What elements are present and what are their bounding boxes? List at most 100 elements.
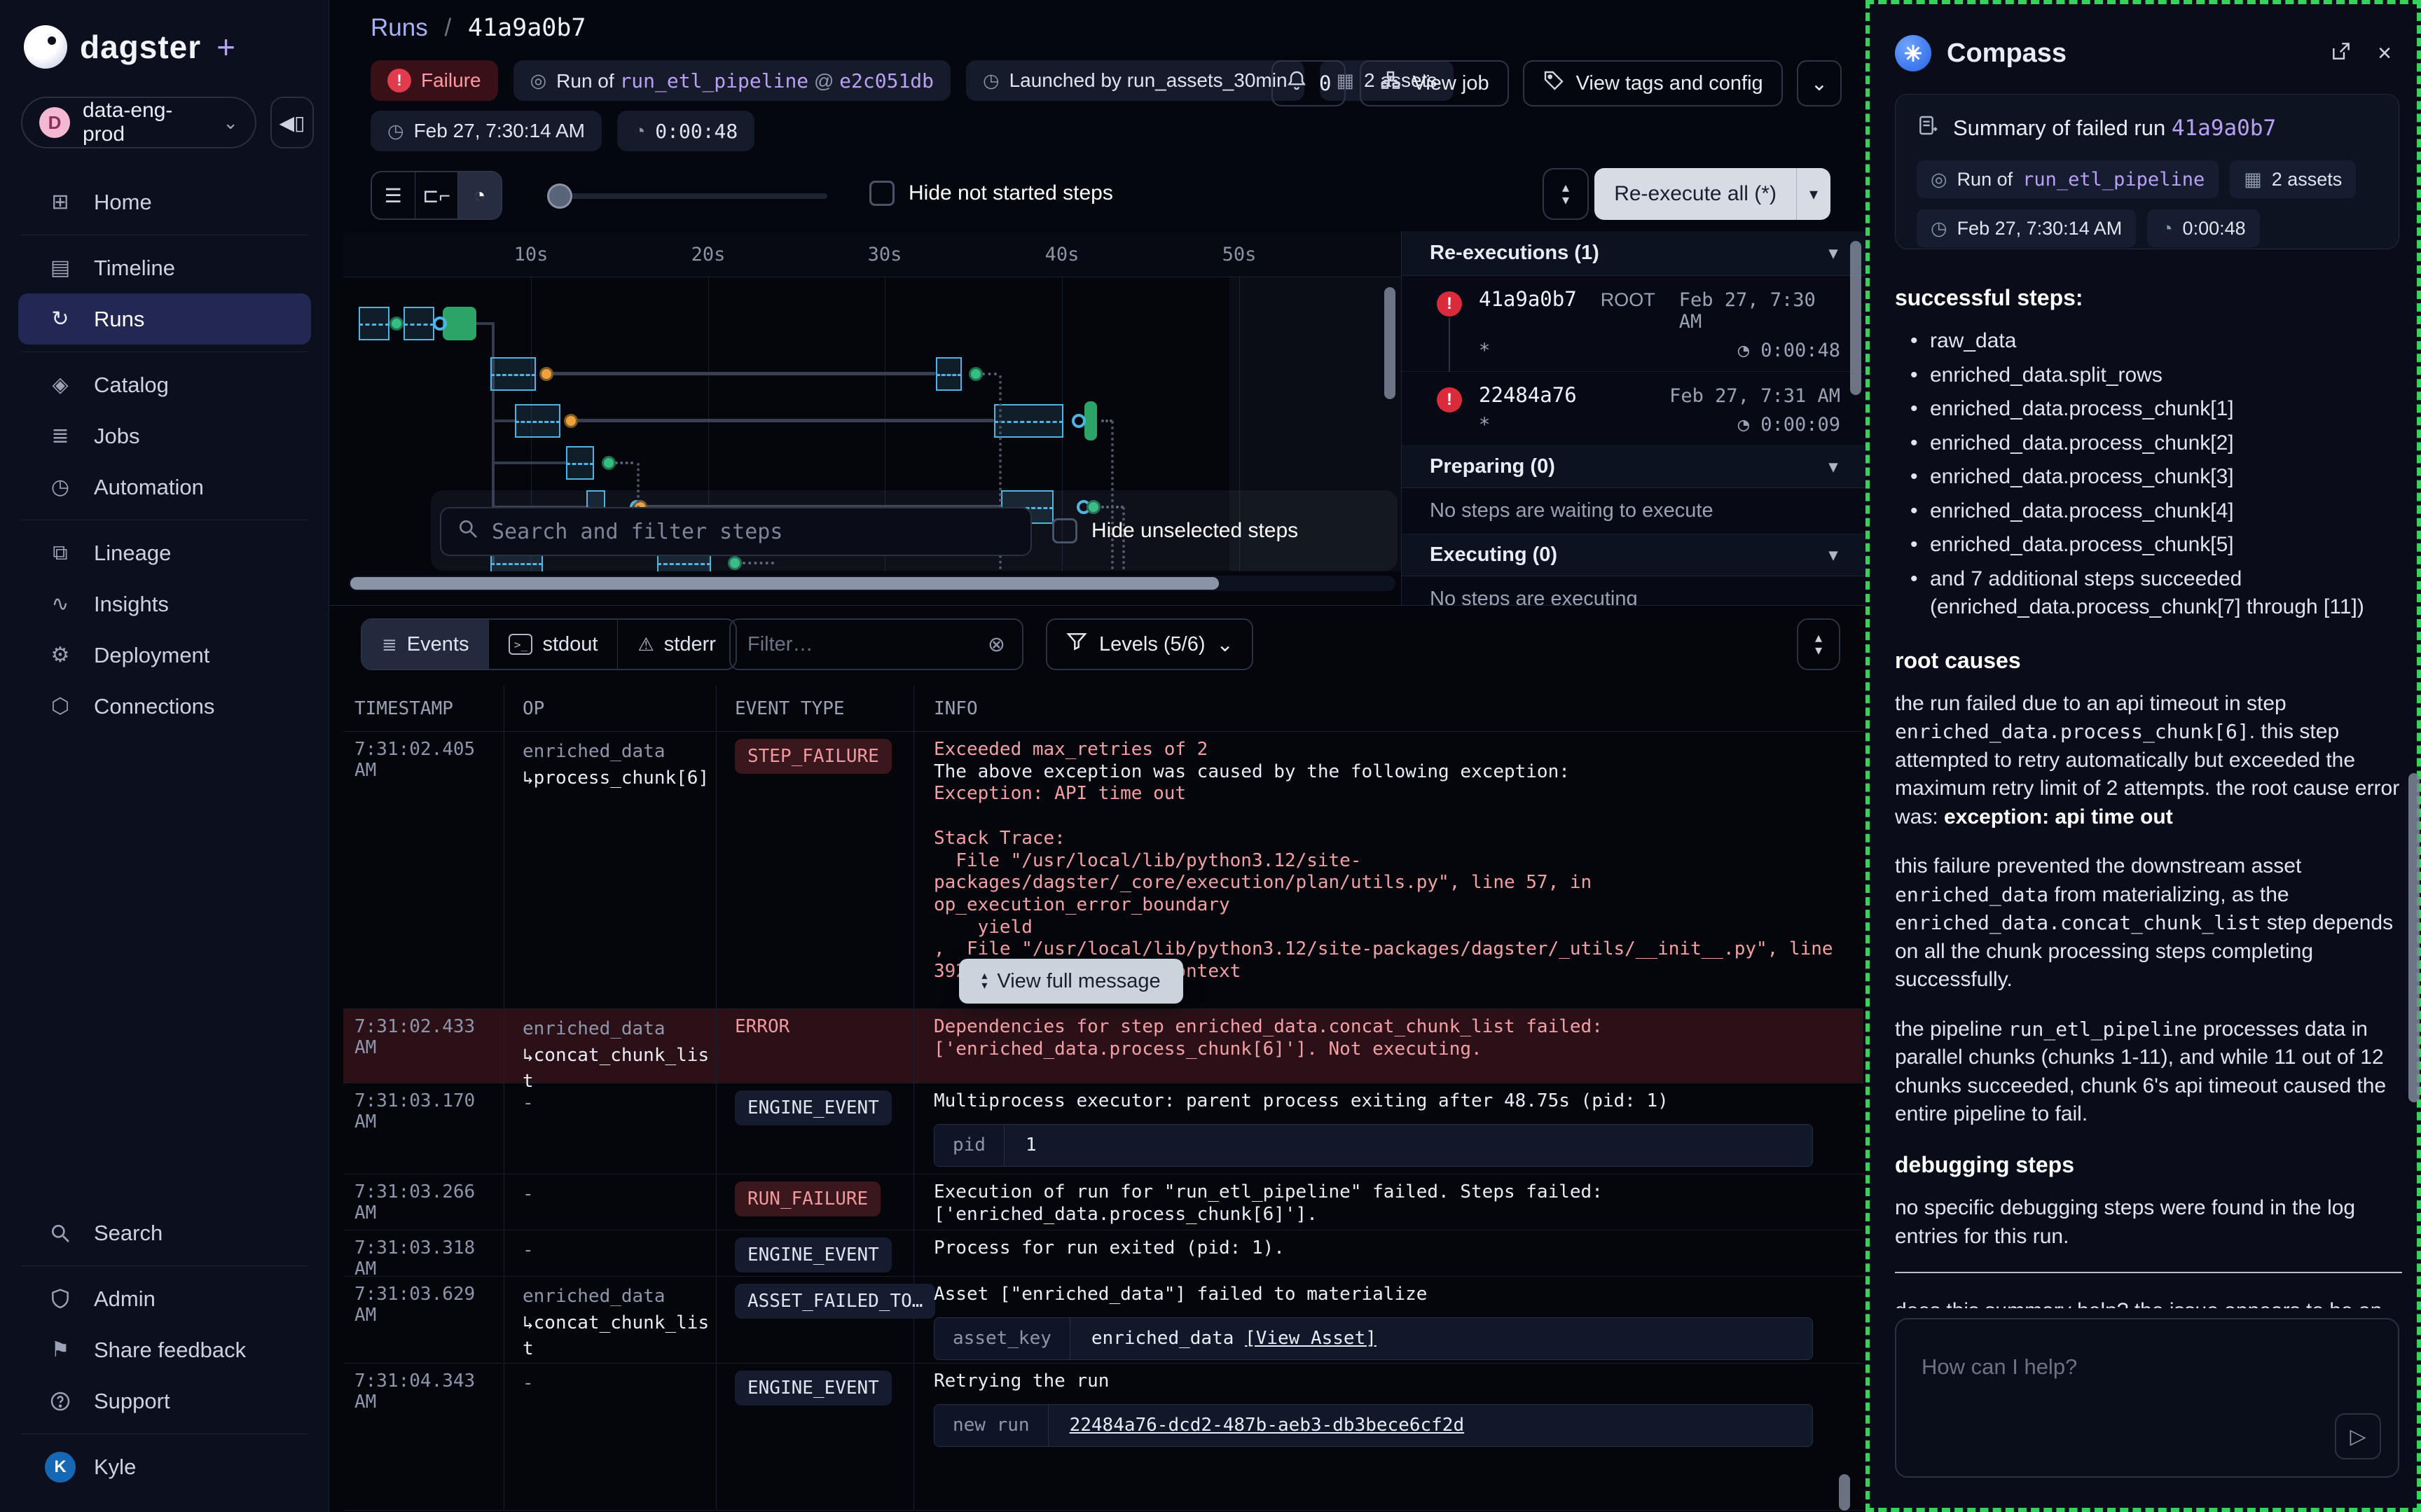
sidebar-item-connections[interactable]: ⬡Connections bbox=[0, 681, 329, 732]
reexecutions-scrollbar[interactable] bbox=[1850, 241, 1861, 395]
sidebar-item-deployment[interactable]: ⚙Deployment bbox=[0, 630, 329, 681]
send-button[interactable]: ▷ bbox=[2335, 1413, 2381, 1459]
breadcrumb-runs-link[interactable]: Runs bbox=[371, 14, 428, 41]
clear-filter-icon[interactable]: ⊗ bbox=[988, 632, 1005, 657]
event-row[interactable]: 7:31:03.266 AM-RUN_FAILUREExecution of r… bbox=[343, 1174, 1863, 1230]
reexecutions-panel: Re-executions (1)▾!41a9a0b7ROOTFeb 27, 7… bbox=[1401, 231, 1865, 605]
gantt-step-bar[interactable] bbox=[359, 307, 389, 340]
run-id-link[interactable]: 41a9a0b7 bbox=[1479, 287, 1577, 311]
event-row[interactable]: 7:31:04.343 AM-ENGINE_EVENTRetrying the … bbox=[343, 1364, 1863, 1511]
events-expand-button[interactable]: ▴▾ bbox=[1797, 618, 1840, 670]
pipeline-link[interactable]: run_etl_pipeline bbox=[619, 69, 808, 92]
sidebar-item-label: Automation bbox=[94, 475, 204, 500]
commit-link[interactable]: e2c051db bbox=[839, 69, 934, 92]
hide-unselected-checkbox[interactable] bbox=[1052, 518, 1077, 543]
tab-stderr[interactable]: ⚠stderr bbox=[618, 620, 735, 669]
gantt-step-dot[interactable] bbox=[539, 367, 553, 381]
events-panel: ≣Events>_stdout⚠stderr Filter… ⊗ Levels … bbox=[330, 605, 1865, 1512]
sidebar-collapse-button[interactable]: ◀▯ bbox=[270, 97, 314, 148]
view-job-button[interactable]: View job bbox=[1360, 60, 1509, 106]
sidebar-item-jobs[interactable]: ≣Jobs bbox=[0, 410, 329, 462]
gantt-step-bar[interactable] bbox=[404, 307, 434, 340]
gantt-step-dot[interactable] bbox=[564, 414, 578, 428]
bar-dash bbox=[359, 324, 389, 326]
step-search-placeholder: Search and filter steps bbox=[492, 520, 782, 544]
run-id-link[interactable]: 22484a76 bbox=[1479, 383, 1577, 407]
stopwatch-icon: ◔ bbox=[634, 120, 645, 142]
sidebar-item-automation[interactable]: ◷Automation bbox=[0, 462, 329, 513]
timeline-icon: ▤ bbox=[45, 256, 76, 280]
compass-scrollbar[interactable] bbox=[2408, 773, 2420, 1102]
tab-events[interactable]: ≣Events bbox=[362, 620, 489, 669]
zoom-slider-handle[interactable] bbox=[547, 183, 572, 209]
sidebar-item-support[interactable]: Support bbox=[0, 1375, 329, 1427]
gantt-horizontal-scrollbar[interactable] bbox=[349, 576, 1395, 591]
gantt-step-bar[interactable] bbox=[994, 404, 1063, 438]
sidebar-item-timeline[interactable]: ▤Timeline bbox=[0, 242, 329, 293]
event-row[interactable]: 7:31:03.318 AM-ENGINE_EVENTProcess for r… bbox=[343, 1230, 1863, 1277]
tab-stdout[interactable]: >_stdout bbox=[489, 620, 618, 669]
sidebar-item-insights[interactable]: ∿Insights bbox=[0, 578, 329, 630]
gantt-step-dot[interactable] bbox=[969, 367, 983, 381]
log-filter-input[interactable]: Filter… ⊗ bbox=[729, 618, 1023, 670]
gantt-step-bar[interactable] bbox=[443, 307, 476, 340]
open-external-icon[interactable] bbox=[2330, 40, 2352, 67]
sidebar-item-search[interactable]: Search bbox=[0, 1207, 329, 1258]
summary-run-id[interactable]: 41a9a0b7 bbox=[2172, 116, 2276, 141]
view-tags-config-button[interactable]: View tags and config bbox=[1523, 60, 1783, 106]
gantt-step-dot[interactable] bbox=[602, 456, 616, 470]
event-row[interactable]: 7:31:03.629 AMenriched_data↳concat_chunk… bbox=[343, 1277, 1863, 1364]
bar-dash bbox=[566, 463, 594, 465]
op-step: ↳process_chunk[6] bbox=[523, 765, 716, 792]
sidebar-item-home[interactable]: ⊞Home bbox=[0, 176, 329, 228]
sidebar-item-lineage[interactable]: ⧉Lineage bbox=[0, 527, 329, 578]
gantt-step-bar[interactable] bbox=[936, 357, 962, 391]
event-row[interactable]: 7:31:02.433 AMenriched_data↳concat_chunk… bbox=[343, 1009, 1863, 1083]
hide-not-started-label: Hide not started steps bbox=[909, 181, 1113, 205]
reexecute-all-button[interactable]: Re-execute all (*) ▾ bbox=[1594, 168, 1830, 220]
gantt-step-dot[interactable] bbox=[389, 317, 404, 331]
step-search-input[interactable]: Search and filter steps bbox=[440, 507, 1032, 556]
more-actions-button[interactable]: ⌄ bbox=[1797, 60, 1842, 106]
flat-view-button[interactable]: ☰ bbox=[372, 172, 415, 219]
compass-paragraph: the run failed due to an api timeout in … bbox=[1895, 690, 2402, 832]
events-vertical-scrollbar[interactable] bbox=[1839, 1474, 1850, 1511]
org-selector[interactable]: D data-eng-prod ⌄ bbox=[21, 97, 256, 148]
view-full-message-button[interactable]: ▴▾ View full message bbox=[959, 959, 1183, 1004]
chip-code-link[interactable]: run_etl_pipeline bbox=[2022, 169, 2205, 190]
waterfall-view-button[interactable]: ⊏⌐ bbox=[415, 172, 459, 219]
gantt-step-bar[interactable] bbox=[515, 404, 560, 438]
gantt-expand-button[interactable]: ▴▾ bbox=[1543, 168, 1589, 220]
hide-not-started-checkbox[interactable] bbox=[869, 181, 895, 206]
event-row[interactable]: 7:31:03.170 AM-ENGINE_EVENTMultiprocess … bbox=[343, 1083, 1863, 1174]
metadata-link[interactable]: 22484a76-dcd2-487b-aeb3-db3bece6cf2d bbox=[1070, 1415, 1465, 1436]
gantt-step-dot[interactable] bbox=[433, 317, 447, 331]
inline-code: enriched_data.concat_chunk_list bbox=[1895, 911, 2261, 934]
close-icon[interactable]: × bbox=[2378, 40, 2392, 67]
reexecute-dropdown[interactable]: ▾ bbox=[1796, 168, 1830, 220]
gantt-step-bar[interactable] bbox=[1084, 401, 1097, 441]
sidebar-item-catalog[interactable]: ◈Catalog bbox=[0, 359, 329, 410]
timed-view-button[interactable]: ◔ bbox=[458, 172, 501, 219]
section-header[interactable]: Preparing (0)▾ bbox=[1402, 446, 1865, 488]
metadata-link[interactable]: [View Asset] bbox=[1245, 1328, 1377, 1349]
user-menu[interactable]: KKyle bbox=[0, 1441, 329, 1492]
gantt-vertical-scrollbar[interactable] bbox=[1384, 287, 1395, 399]
sidebar-item-share-feedback[interactable]: ⚑Share feedback bbox=[0, 1324, 329, 1375]
gantt-step-bar[interactable] bbox=[490, 357, 536, 391]
reexecutions-header[interactable]: Re-executions (1)▾ bbox=[1402, 231, 1865, 276]
event-timestamp: 7:31:03.629 AM bbox=[343, 1277, 504, 1363]
levels-filter-button[interactable]: Levels (5/6) ⌄ bbox=[1046, 618, 1253, 670]
gantt-step-bar[interactable] bbox=[566, 446, 594, 480]
zoom-slider[interactable] bbox=[547, 193, 827, 199]
compass-chat-input[interactable]: How can I help? ▷ bbox=[1895, 1318, 2399, 1478]
alerts-button[interactable]: 0 bbox=[1271, 60, 1345, 106]
reexecution-run-row[interactable]: !22484a76Feb 27, 7:31 AM*◔ 0:00:09 bbox=[1402, 372, 1865, 446]
sidebar-item-runs[interactable]: ↻Runs bbox=[18, 293, 311, 345]
chevron-down-icon: ⌄ bbox=[1811, 71, 1828, 96]
reexecution-run-row[interactable]: !41a9a0b7ROOTFeb 27, 7:30 AM*◔ 0:00:48 bbox=[1402, 276, 1865, 372]
section-header[interactable]: Executing (0)▾ bbox=[1402, 534, 1865, 576]
dagster-logo[interactable]: dagster + bbox=[24, 25, 235, 69]
sidebar-item-admin[interactable]: Admin bbox=[0, 1273, 329, 1324]
gantt-step-dot[interactable] bbox=[1072, 414, 1086, 428]
